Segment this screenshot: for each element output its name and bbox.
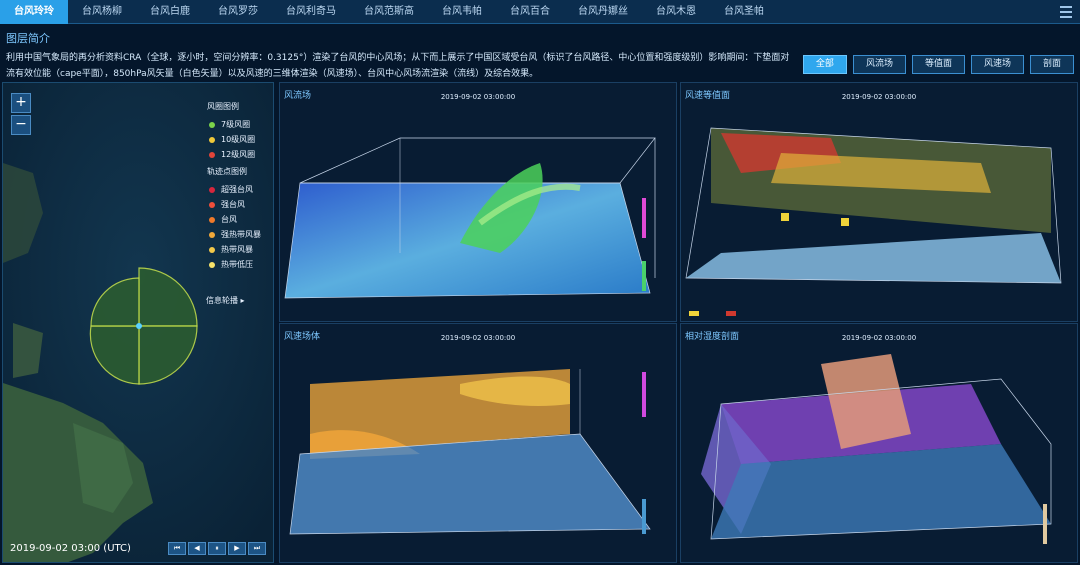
legend-dot-icon (209, 136, 215, 143)
panel-humidity-section[interactable]: 相对湿度剖面 2019-09-02 03:00:00 (680, 323, 1078, 563)
tab-typhoon-3[interactable]: 台风罗莎 (204, 0, 272, 24)
step-back-button[interactable]: ◀ (188, 542, 206, 555)
panel-wind-flow[interactable]: 风流场 2019-09-02 03:00:00 (279, 82, 677, 322)
tab-typhoon-10[interactable]: 台风圣帕 (710, 0, 778, 24)
tab-typhoon-9[interactable]: 台风木恩 (642, 0, 710, 24)
tab-typhoon-8[interactable]: 台风丹娜丝 (564, 0, 642, 24)
legend-item: 7级风圈 (201, 117, 271, 132)
view-button-isosurface[interactable]: 等值面 (911, 55, 965, 74)
legend-dot-icon (209, 231, 215, 238)
tab-typhoon-2[interactable]: 台风白鹿 (136, 0, 204, 24)
legend-item: 热带低压 (201, 257, 271, 272)
wind-volume-view (289, 369, 651, 535)
map-legend: 风圈图例 7级风圈 10级风圈 12级风圈 轨迹点图例 超强台风 强台风 台风 … (201, 97, 271, 272)
view-button-group: 全部 风流场 等值面 风速场 剖面 (802, 55, 1074, 74)
typhoon-map[interactable]: + − 风圈图例 7级风圈 10级风圈 12级风圈 轨迹点图例 超强台风 强台风… (2, 82, 274, 563)
legend-dot-icon (209, 186, 215, 193)
legend-dot-icon (209, 246, 215, 253)
wind-legend-title: 风圈图例 (207, 102, 239, 111)
tab-typhoon-1[interactable]: 台风杨柳 (68, 0, 136, 24)
play-button[interactable]: ▶ (228, 542, 246, 555)
legend-dot-icon (209, 151, 215, 158)
legend-item: 12级风圈 (201, 147, 271, 162)
tab-typhoon-4[interactable]: 台风利奇马 (272, 0, 350, 24)
intro-text: 利用中国气象局的再分析资料CRA（全球，逐小时，空间分辨率：0.3125°）渲染… (6, 53, 790, 79)
pause-button[interactable]: ⏸ (208, 542, 226, 555)
humidity-section-view (701, 354, 1052, 544)
playback-controls: ⏮ ◀ ⏸ ▶ ⏭ (168, 542, 266, 555)
menu-icon[interactable] (1060, 6, 1072, 18)
tab-typhoon-0[interactable]: 台风玲玲 (0, 0, 68, 24)
tab-typhoon-5[interactable]: 台风范斯高 (350, 0, 428, 24)
skip-start-button[interactable]: ⏮ (168, 542, 186, 555)
zoom-controls: + − (11, 93, 31, 137)
view-button-section[interactable]: 剖面 (1029, 55, 1074, 74)
skip-end-button[interactable]: ⏭ (248, 542, 266, 555)
legend-item: 超强台风 (201, 182, 271, 197)
panel-isosurface[interactable]: 风速等值面 2019-09-02 03:00:00 (680, 82, 1078, 322)
intro-title: 图层简介 (6, 32, 50, 45)
legend-dot-icon (209, 216, 215, 223)
map-timestamp: 2019-09-02 03:00 (UTC) (10, 543, 131, 554)
legend-dot-icon (209, 201, 215, 208)
legend-dot-icon (209, 261, 215, 268)
legend-item: 强台风 (201, 197, 271, 212)
legend-dot-icon (209, 121, 215, 128)
isosurface-view (685, 127, 1062, 316)
info-carousel-button[interactable]: 信息轮播 ▸ (206, 295, 245, 306)
panel-timestamp: 2019-09-02 03:00:00 (841, 93, 917, 101)
view-button-all[interactable]: 全部 (802, 55, 847, 74)
track-legend-title: 轨迹点图例 (207, 167, 247, 176)
view-button-flow[interactable]: 风流场 (852, 55, 906, 74)
zoom-in-button[interactable]: + (11, 93, 31, 113)
legend-item: 热带风暴 (201, 242, 271, 257)
layer-intro: 图层简介 利用中国气象局的再分析资料CRA（全球，逐小时，空间分辨率：0.312… (6, 30, 796, 82)
legend-item: 台风 (201, 212, 271, 227)
panel-wind-volume[interactable]: 风速场体 2019-09-02 03:00:00 (279, 323, 677, 563)
typhoon-center-icon[interactable] (136, 323, 142, 329)
legend-item: 10级风圈 (201, 132, 271, 147)
panel-timestamp: 2019-09-02 03:00:00 (440, 93, 516, 101)
tab-typhoon-7[interactable]: 台风百合 (496, 0, 564, 24)
legend-item: 强热带风暴 (201, 227, 271, 242)
typhoon-tab-bar: 台风玲玲 台风杨柳 台风白鹿 台风罗莎 台风利奇马 台风范斯高 台风韦帕 台风百… (0, 0, 1080, 24)
zoom-out-button[interactable]: − (11, 115, 31, 135)
view-button-speed[interactable]: 风速场 (970, 55, 1024, 74)
panel-timestamp: 2019-09-02 03:00:00 (841, 334, 917, 342)
wind-flow-view (284, 137, 656, 299)
tab-typhoon-6[interactable]: 台风韦帕 (428, 0, 496, 24)
panel-timestamp: 2019-09-02 03:00:00 (440, 334, 516, 342)
